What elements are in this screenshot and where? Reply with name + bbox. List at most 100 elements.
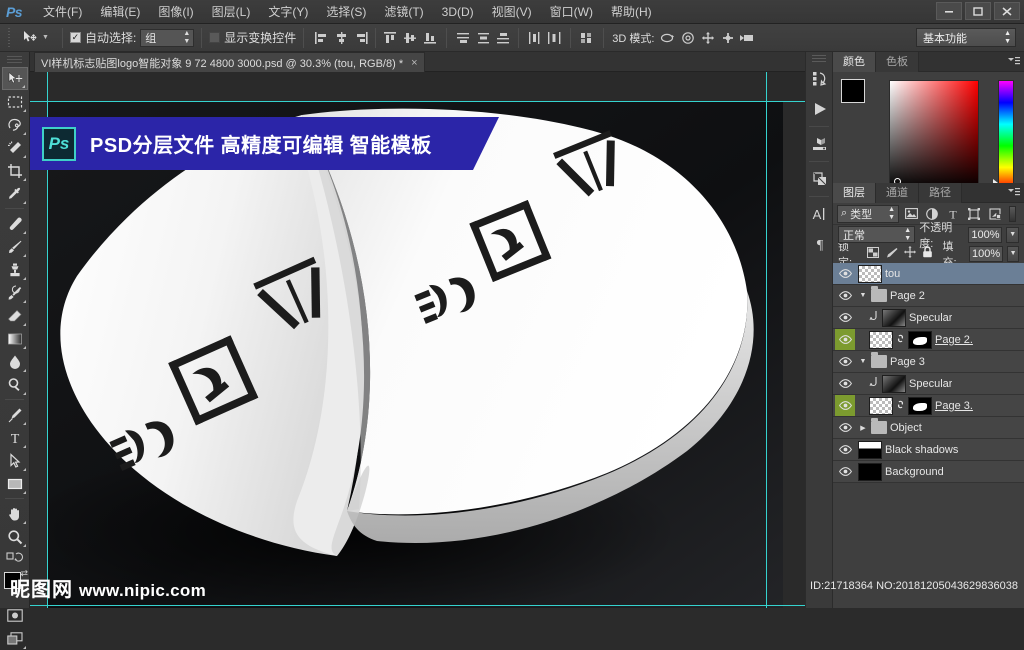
clone-stamp-tool[interactable] <box>2 258 28 281</box>
rotate-3d-icon[interactable] <box>658 28 678 48</box>
menu-item-1[interactable]: 编辑(E) <box>91 0 149 24</box>
link-icon[interactable] <box>896 333 905 347</box>
hue-slider[interactable] <box>998 80 1014 190</box>
minimize-button[interactable] <box>936 2 962 20</box>
layer-thumbnail[interactable] <box>869 397 893 415</box>
close-button[interactable] <box>994 2 1020 20</box>
move-tool-icon[interactable] <box>16 27 42 49</box>
layer-row[interactable]: Specular <box>833 307 1024 329</box>
tab-channels[interactable]: 通道 <box>876 183 919 203</box>
layer-row[interactable]: Black shadows <box>833 439 1024 461</box>
panel-menu-icon[interactable] <box>1008 56 1020 68</box>
quick-mask-button[interactable] <box>2 604 28 627</box>
tab-paths[interactable]: 路径 <box>919 183 962 203</box>
document-tab[interactable]: VI样机标志贴图logo智能对象 9 72 4800 3000.psd @ 30… <box>34 52 425 72</box>
workspace-select[interactable]: 基本功能 ▲▼ <box>916 28 1016 47</box>
menu-item-7[interactable]: 3D(D) <box>433 0 483 24</box>
edit-toolbar-button[interactable] <box>2 548 28 566</box>
close-icon[interactable]: × <box>411 57 417 69</box>
menu-item-8[interactable]: 视图(V) <box>483 0 541 24</box>
auto-align-layers-icon[interactable] <box>577 28 597 48</box>
menu-item-10[interactable]: 帮助(H) <box>602 0 661 24</box>
chevron-down-icon[interactable]: ▼ <box>858 358 868 365</box>
layer-thumbnail[interactable] <box>858 441 882 459</box>
layer-mask-thumbnail[interactable] <box>908 331 932 349</box>
chevron-down-icon[interactable]: ▼ <box>858 292 868 299</box>
screen-mode-button[interactable] <box>2 627 28 650</box>
layer-row[interactable]: ▼Page 2 <box>833 285 1024 307</box>
layer-row[interactable]: Page 2. <box>833 329 1024 351</box>
layer-row[interactable]: Specular <box>833 373 1024 395</box>
menu-item-9[interactable]: 窗口(W) <box>541 0 602 24</box>
layer-thumbnail[interactable] <box>882 375 906 393</box>
lock-position-icon[interactable] <box>904 246 916 261</box>
layer-thumbnail[interactable] <box>869 331 893 349</box>
align-top-edges-icon[interactable] <box>380 28 400 48</box>
menu-item-2[interactable]: 图像(I) <box>149 0 202 24</box>
distribute-bottom-edges-icon[interactable] <box>493 28 513 48</box>
filter-toggle-switch[interactable] <box>1009 206 1016 222</box>
color-panel-swatches[interactable] <box>841 79 881 119</box>
align-vertical-centers-icon[interactable] <box>400 28 420 48</box>
path-selection-tool[interactable] <box>2 449 28 472</box>
distribute-vertical-centers-icon[interactable] <box>473 28 493 48</box>
lock-all-icon[interactable] <box>922 246 933 261</box>
options-bar-grip[interactable] <box>4 28 14 48</box>
eye-icon[interactable] <box>835 373 855 394</box>
crop-tool[interactable] <box>2 159 28 182</box>
layer-row[interactable]: ▶Object <box>833 417 1024 439</box>
tab-swatches[interactable]: 色板 <box>876 52 919 72</box>
character-panel-icon[interactable]: A <box>806 199 834 229</box>
shape-filter-icon[interactable] <box>965 205 983 223</box>
history-brush-tool[interactable] <box>2 281 28 304</box>
chevron-right-icon[interactable]: ▶ <box>858 424 868 432</box>
blur-tool[interactable] <box>2 350 28 373</box>
eye-icon[interactable] <box>835 351 855 372</box>
fill-slider-caret-icon[interactable]: ▼ <box>1007 246 1019 262</box>
fill-value[interactable]: 100% <box>969 246 1003 262</box>
tab-layers[interactable]: 图层 <box>833 183 876 203</box>
opacity-value[interactable]: 100% <box>968 227 1002 243</box>
lasso-tool[interactable] <box>2 113 28 136</box>
menu-item-4[interactable]: 文字(Y) <box>259 0 317 24</box>
zoom-tool[interactable] <box>2 525 28 548</box>
menu-item-5[interactable]: 选择(S) <box>317 0 375 24</box>
move-tool[interactable] <box>2 67 28 90</box>
layer-row[interactable]: ▼Page 3 <box>833 351 1024 373</box>
gradient-tool[interactable] <box>2 327 28 350</box>
layer-thumbnail[interactable] <box>858 463 882 481</box>
roll-3d-icon[interactable] <box>678 28 698 48</box>
link-icon[interactable] <box>896 399 905 413</box>
tab-color[interactable]: 颜色 <box>833 52 876 72</box>
scale-3d-camera-icon[interactable] <box>738 28 758 48</box>
align-bottom-edges-icon[interactable] <box>420 28 440 48</box>
marquee-tool[interactable] <box>2 90 28 113</box>
opacity-slider-caret-icon[interactable]: ▼ <box>1006 227 1019 243</box>
eye-icon[interactable] <box>835 461 855 482</box>
adjustments-icon[interactable] <box>806 164 834 194</box>
distribute-left-edges-icon[interactable] <box>524 28 544 48</box>
paragraph-panel-icon[interactable]: ¶ <box>806 229 834 259</box>
layer-list[interactable]: tou▼Page 2SpecularPage 2.▼Page 3Specular… <box>833 263 1024 564</box>
color-panel-foreground-swatch[interactable] <box>841 79 865 103</box>
smart-object-filter-icon[interactable] <box>986 205 1004 223</box>
tool-preset-caret-icon[interactable]: ▼ <box>42 34 49 41</box>
lock-image-pixels-icon[interactable] <box>885 247 898 261</box>
maximize-button[interactable] <box>965 2 991 20</box>
eye-icon[interactable] <box>835 329 855 350</box>
show-transform-checkbox[interactable]: ✓ <box>209 32 220 43</box>
dock-grip[interactable] <box>812 55 826 62</box>
lock-transparent-pixels-icon[interactable] <box>867 247 879 261</box>
panel-menu-icon[interactable] <box>1008 187 1020 199</box>
auto-select-scope-select[interactable]: 组 ▲▼ <box>140 29 194 47</box>
3d-panel-icon[interactable] <box>806 129 834 159</box>
layer-row[interactable]: Page 3. <box>833 395 1024 417</box>
menu-item-3[interactable]: 图层(L) <box>203 0 260 24</box>
pixel-filter-icon[interactable] <box>902 205 920 223</box>
blend-mode-select[interactable]: 正常 ▲▼ <box>838 226 915 243</box>
pan-3d-icon[interactable] <box>698 28 718 48</box>
eyedropper-tool[interactable] <box>2 182 28 205</box>
dodge-tool[interactable] <box>2 373 28 396</box>
layer-thumbnail[interactable] <box>858 265 882 283</box>
tools-panel-grip[interactable] <box>7 56 22 64</box>
